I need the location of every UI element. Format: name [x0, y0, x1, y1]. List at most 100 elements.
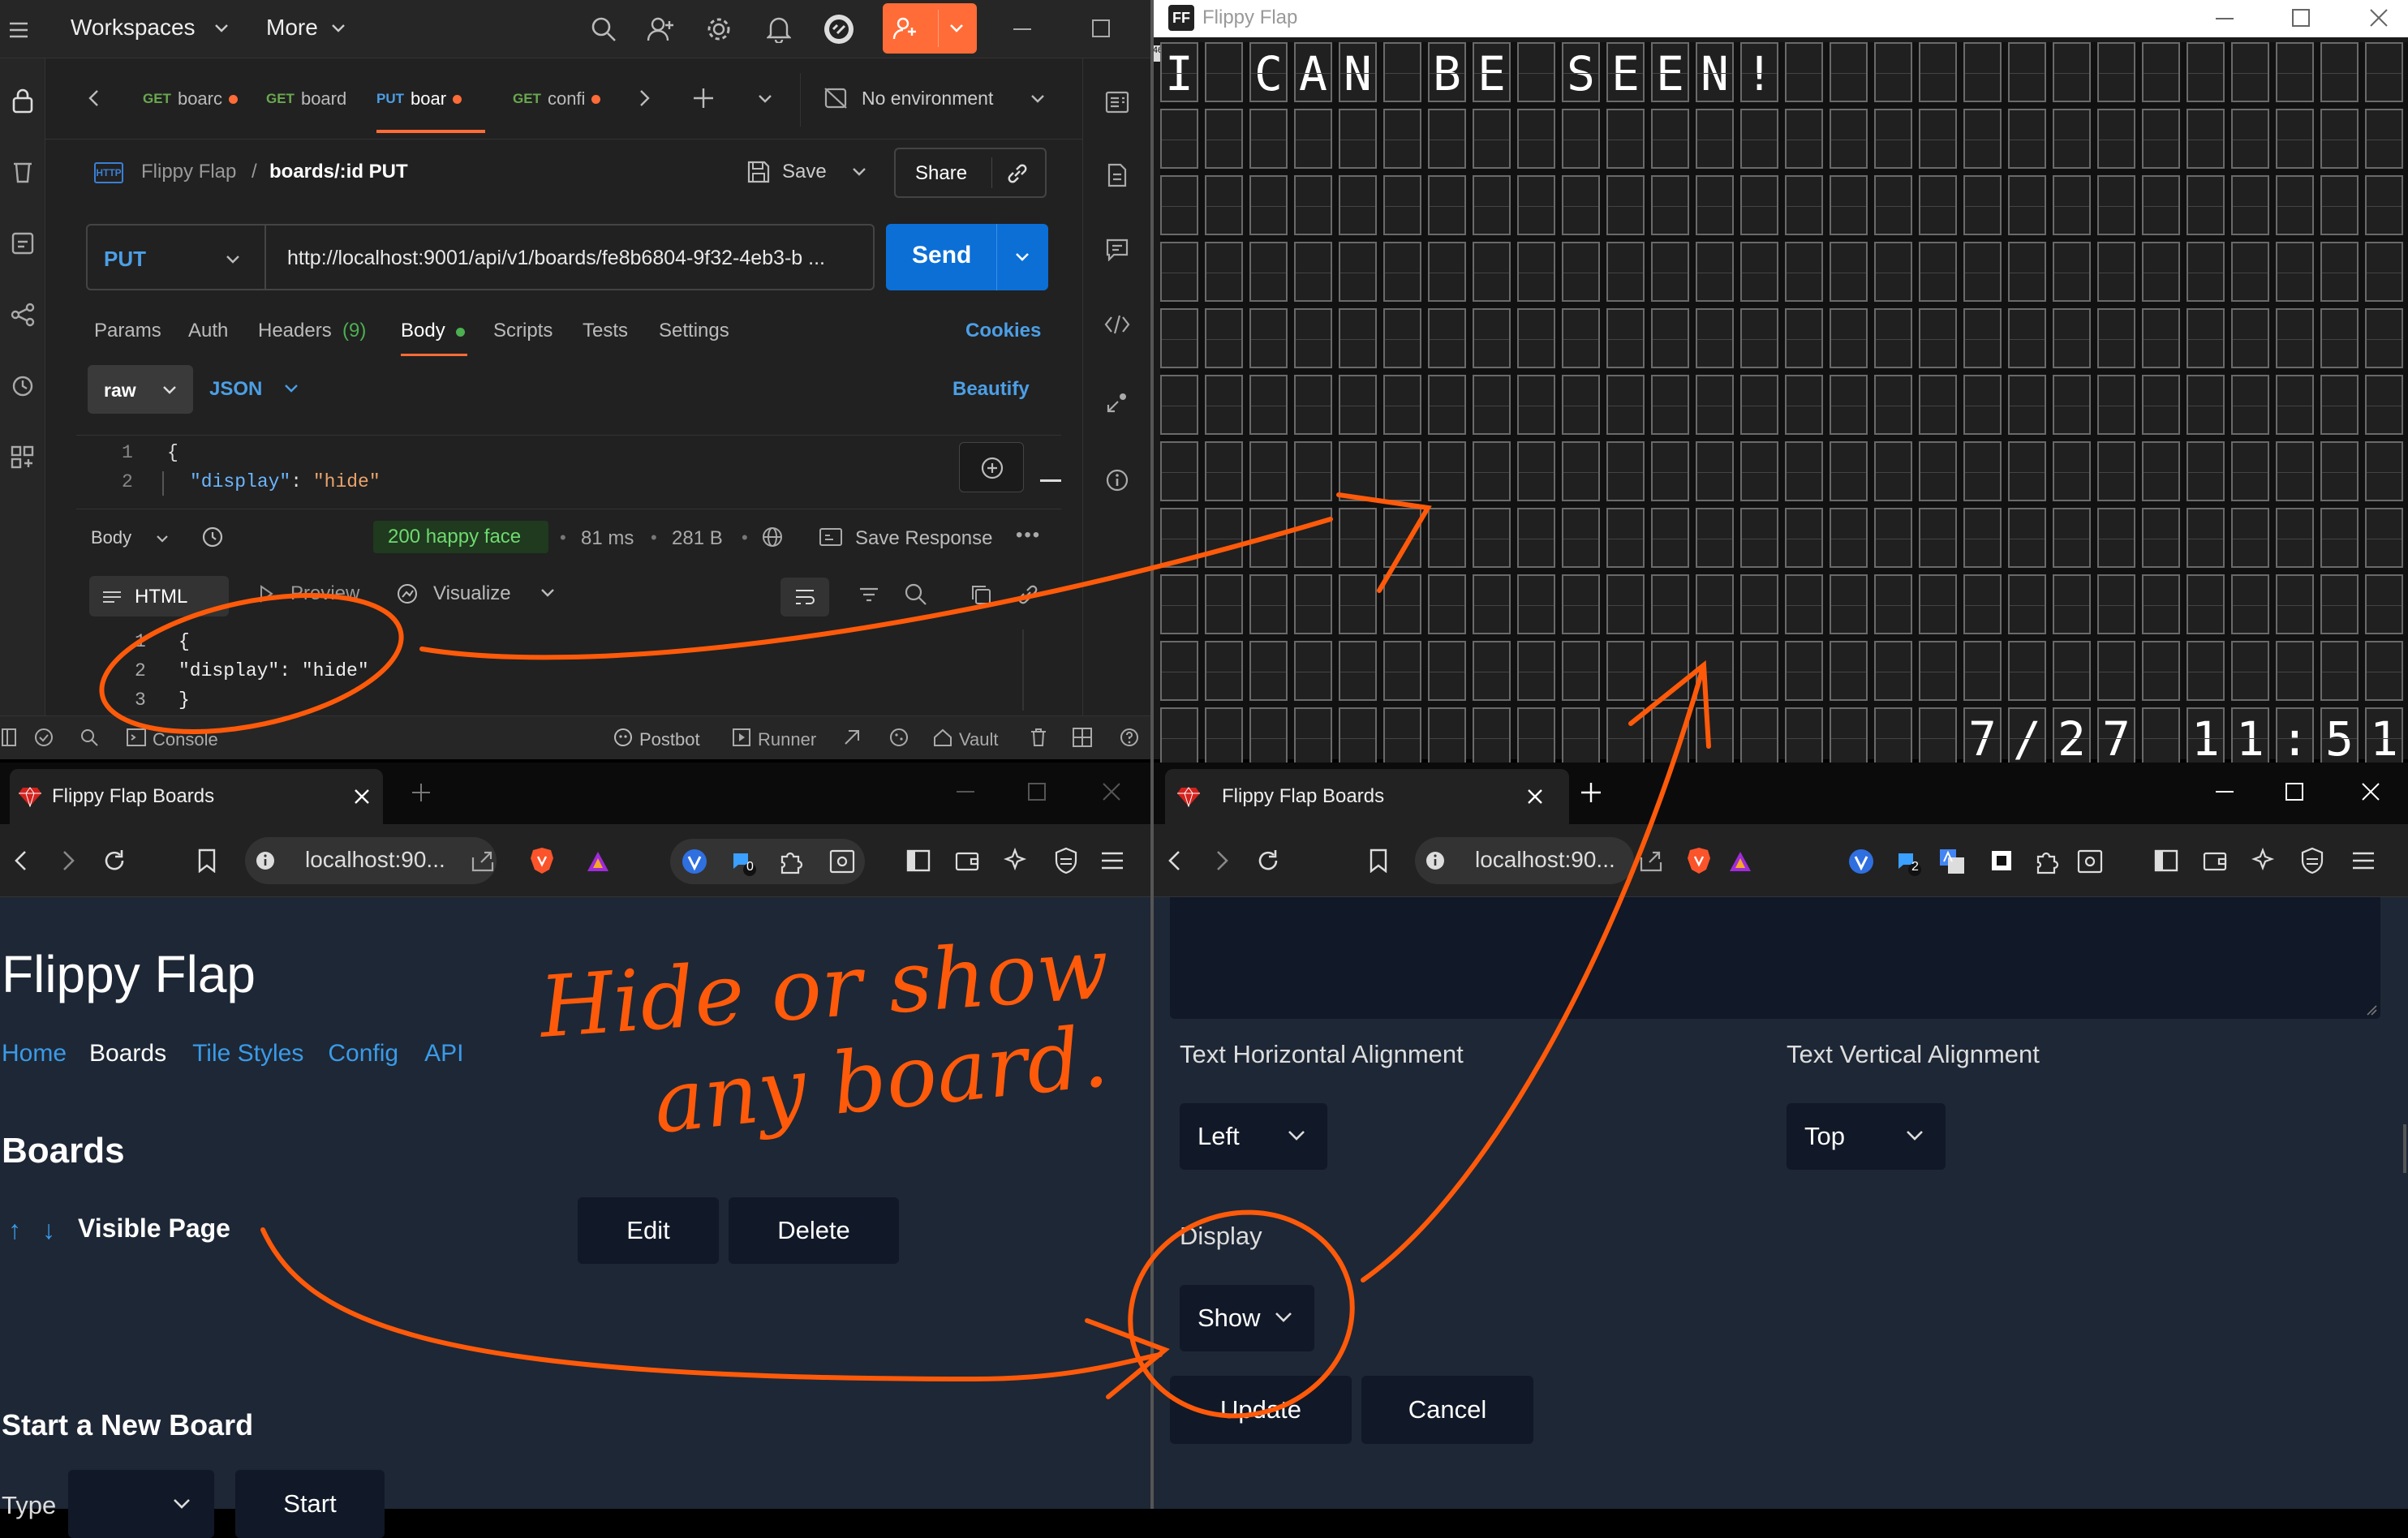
text-content-textarea[interactable] — [1170, 897, 2380, 1019]
bookmark-icon[interactable] — [195, 847, 219, 874]
screenshot-icon[interactable] — [828, 847, 857, 876]
cookies-link[interactable]: Cookies — [965, 320, 1041, 342]
extension-badge-icon[interactable] — [727, 845, 759, 878]
send-button[interactable]: Send — [912, 242, 971, 269]
more-options-icon[interactable]: ••• — [1016, 524, 1041, 547]
reload-icon[interactable] — [101, 847, 128, 874]
hamburger-menu-icon[interactable] — [1099, 848, 1126, 873]
history-icon[interactable] — [200, 524, 226, 550]
move-down-button[interactable]: ↓ — [42, 1215, 55, 1245]
address-bar[interactable]: localhost:90... — [245, 837, 497, 884]
info-icon[interactable] — [1101, 464, 1133, 496]
apps-icon[interactable] — [6, 441, 39, 474]
trash-icon[interactable] — [1027, 726, 1050, 749]
gear-icon[interactable] — [703, 13, 735, 45]
screenshot-icon[interactable] — [2075, 847, 2105, 876]
body-language-select[interactable]: JSON — [209, 378, 262, 401]
response-view-preview[interactable]: Preview — [290, 582, 359, 605]
forward-icon[interactable] — [1210, 848, 1235, 873]
cancel-button[interactable]: Cancel — [1361, 1376, 1533, 1444]
update-button[interactable]: Update — [1170, 1376, 1352, 1444]
puzzle-icon[interactable] — [2032, 847, 2061, 876]
bell-icon[interactable] — [763, 13, 795, 45]
response-body-tab[interactable]: Body — [91, 527, 131, 548]
runner-button[interactable]: Runner — [758, 729, 816, 750]
type-select[interactable] — [68, 1470, 214, 1538]
request-name[interactable]: boards/:id PUT — [269, 161, 408, 183]
console-button[interactable]: Console — [153, 729, 218, 750]
workspaces-menu[interactable]: Workspaces — [71, 15, 196, 41]
tab-headers[interactable]: Headers — [258, 320, 332, 342]
collections-icon[interactable] — [6, 156, 39, 188]
online-status-icon[interactable] — [32, 726, 55, 749]
leo-ai-icon[interactable] — [1001, 845, 1032, 876]
minimize-icon[interactable] — [954, 784, 977, 800]
minimize-icon[interactable] — [2213, 784, 2236, 800]
maximize-icon[interactable] — [2283, 780, 2306, 803]
sidebar-icon[interactable] — [2152, 847, 2181, 874]
brave-rewards-icon[interactable] — [584, 848, 612, 874]
sidebar-toggle-icon[interactable] — [0, 728, 18, 747]
search-icon[interactable] — [78, 726, 101, 749]
body-mode-select[interactable]: raw — [88, 365, 193, 414]
start-button[interactable]: Start — [235, 1470, 385, 1538]
url-input[interactable]: http://localhost:9001/api/v1/boards/fe8b… — [287, 247, 865, 270]
chevron-left-icon[interactable] — [83, 88, 104, 109]
invite-button[interactable] — [883, 3, 977, 54]
chevron-down-icon[interactable] — [537, 586, 558, 600]
nav-boards[interactable]: Boards — [89, 1040, 166, 1067]
tab-scripts[interactable]: Scripts — [493, 320, 553, 342]
h-align-select[interactable]: Left — [1180, 1103, 1327, 1170]
help-icon[interactable] — [1118, 726, 1141, 749]
brave-shield-icon[interactable] — [527, 845, 557, 876]
environment-selector[interactable]: No environment — [862, 88, 993, 110]
plus-icon[interactable] — [691, 86, 716, 110]
bookmark-icon[interactable] — [1366, 847, 1391, 874]
request-body-editor[interactable]: 1 { 2 "display": "hide" — [76, 435, 1061, 509]
browser-tab[interactable]: Flippy Flap Boards — [10, 769, 383, 824]
tab-get-boards-1[interactable]: GET boarc — [143, 73, 238, 125]
chevron-down-icon[interactable] — [1009, 248, 1035, 266]
wallet-icon[interactable] — [952, 847, 982, 874]
environment-quick-look-icon[interactable] — [1101, 86, 1133, 118]
wallet-icon[interactable] — [2200, 847, 2230, 874]
breadcrumb-collection[interactable]: Flippy Flap — [141, 161, 236, 183]
v-align-select[interactable]: Top — [1787, 1103, 1946, 1170]
response-view-visualize[interactable]: Visualize — [433, 582, 511, 605]
code-icon[interactable] — [1101, 308, 1133, 341]
leo-ai-icon[interactable] — [2249, 845, 2280, 876]
chevron-down-icon[interactable] — [755, 91, 776, 107]
forward-icon[interactable] — [57, 848, 81, 873]
satellite-icon[interactable] — [819, 10, 858, 49]
menu-icon[interactable] — [6, 18, 31, 42]
chevron-down-icon[interactable] — [849, 164, 870, 180]
new-tab-icon[interactable] — [409, 780, 433, 805]
documentation-icon[interactable] — [1101, 159, 1133, 191]
chevron-right-icon[interactable] — [634, 88, 656, 109]
search-icon[interactable] — [587, 13, 620, 45]
maximize-icon[interactable] — [1026, 780, 1048, 803]
flows-icon[interactable] — [6, 299, 39, 331]
vpn-shield-icon[interactable] — [2298, 845, 2327, 876]
copy-icon[interactable] — [967, 581, 995, 608]
translate-icon[interactable] — [1936, 845, 1968, 878]
close-icon[interactable] — [2359, 780, 2382, 803]
sidebar-icon[interactable] — [904, 847, 933, 874]
back-icon[interactable] — [1162, 848, 1186, 873]
minimize-icon[interactable] — [1013, 19, 1032, 39]
tab-auth[interactable]: Auth — [188, 320, 228, 342]
nav-api[interactable]: API — [424, 1040, 463, 1067]
save-response-button[interactable]: Save Response — [855, 527, 992, 550]
save-button[interactable]: Save — [782, 161, 827, 183]
environments-icon[interactable] — [6, 227, 39, 260]
back-icon[interactable] — [8, 848, 32, 873]
wrap-lines-button[interactable] — [780, 578, 829, 616]
brave-rewards-icon[interactable] — [1726, 848, 1754, 874]
tab-settings[interactable]: Settings — [659, 320, 729, 342]
close-icon[interactable] — [1100, 780, 1123, 803]
layout-icon[interactable] — [1071, 726, 1094, 749]
close-tab-icon[interactable] — [1525, 787, 1545, 806]
related-icon[interactable] — [1101, 386, 1133, 419]
tab-params[interactable]: Params — [94, 320, 161, 342]
beautify-button[interactable]: Beautify — [952, 378, 1030, 401]
